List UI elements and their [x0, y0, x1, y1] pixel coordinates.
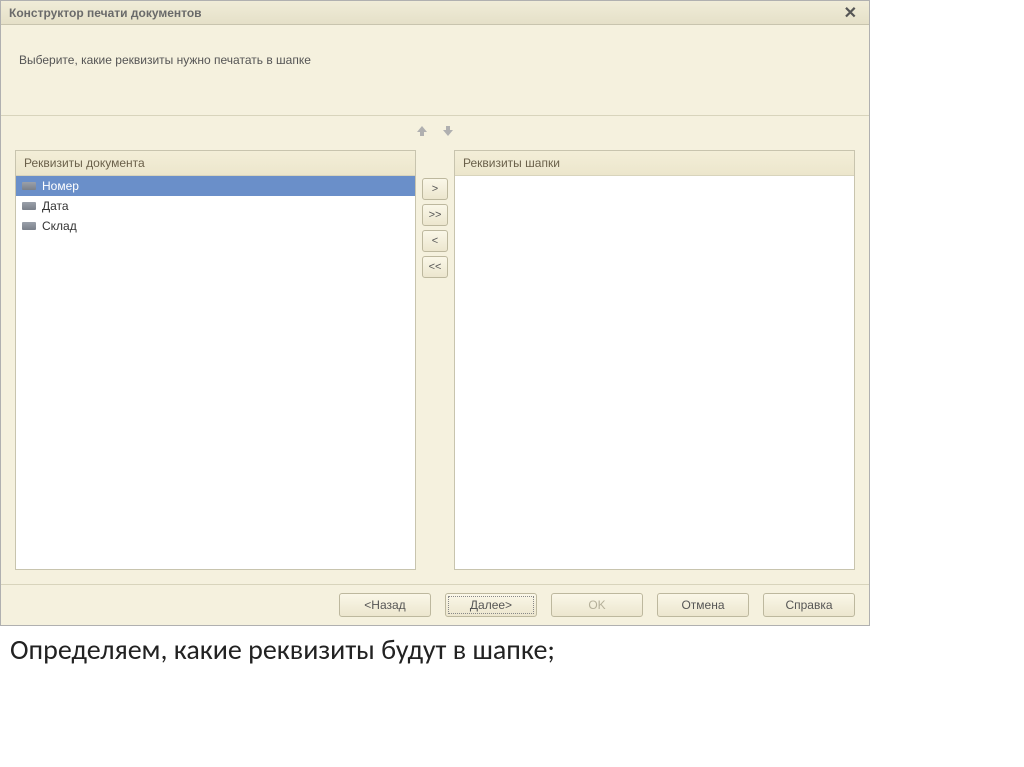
transfer-buttons: > >> < <<	[422, 150, 448, 570]
back-button[interactable]: <Назад	[339, 593, 431, 617]
left-panel-list[interactable]: Номер Дата Склад	[16, 176, 415, 569]
list-item[interactable]: Номер	[16, 176, 415, 196]
window-title: Конструктор печати документов	[9, 6, 202, 20]
header-attributes-panel: Реквизиты шапки	[454, 150, 855, 570]
list-item-label: Номер	[42, 179, 79, 193]
remove-all-button[interactable]: <<	[422, 256, 448, 278]
document-attributes-panel: Реквизиты документа Номер Дата Склад	[15, 150, 416, 570]
move-down-icon[interactable]	[440, 123, 456, 139]
add-all-button[interactable]: >>	[422, 204, 448, 226]
close-icon[interactable]: ✕	[840, 3, 861, 23]
list-item-label: Склад	[42, 219, 77, 233]
attribute-icon	[22, 182, 36, 190]
right-panel-header: Реквизиты шапки	[455, 151, 854, 176]
remove-button[interactable]: <	[422, 230, 448, 252]
button-bar: <Назад Далее> OK Отмена Справка	[1, 584, 869, 625]
dialog-window: Конструктор печати документов ✕ Выберите…	[0, 0, 870, 626]
help-button[interactable]: Справка	[763, 593, 855, 617]
add-button[interactable]: >	[422, 178, 448, 200]
instruction-panel: Выберите, какие реквизиты нужно печатать…	[1, 25, 869, 116]
attribute-icon	[22, 222, 36, 230]
titlebar: Конструктор печати документов ✕	[1, 1, 869, 25]
attribute-icon	[22, 202, 36, 210]
left-panel-header: Реквизиты документа	[16, 151, 415, 176]
ok-button: OK	[551, 593, 643, 617]
move-up-icon[interactable]	[414, 123, 430, 139]
list-item[interactable]: Дата	[16, 196, 415, 216]
slide-caption: Определяем, какие реквизиты будут в шапк…	[0, 626, 1024, 673]
list-item-label: Дата	[42, 199, 69, 213]
instruction-text: Выберите, какие реквизиты нужно печатать…	[19, 53, 311, 67]
updown-toolbar	[1, 116, 869, 146]
right-panel-list[interactable]	[455, 176, 854, 569]
main-area: Реквизиты документа Номер Дата Склад > >…	[1, 146, 869, 584]
cancel-button[interactable]: Отмена	[657, 593, 749, 617]
next-button[interactable]: Далее>	[445, 593, 537, 617]
list-item[interactable]: Склад	[16, 216, 415, 236]
